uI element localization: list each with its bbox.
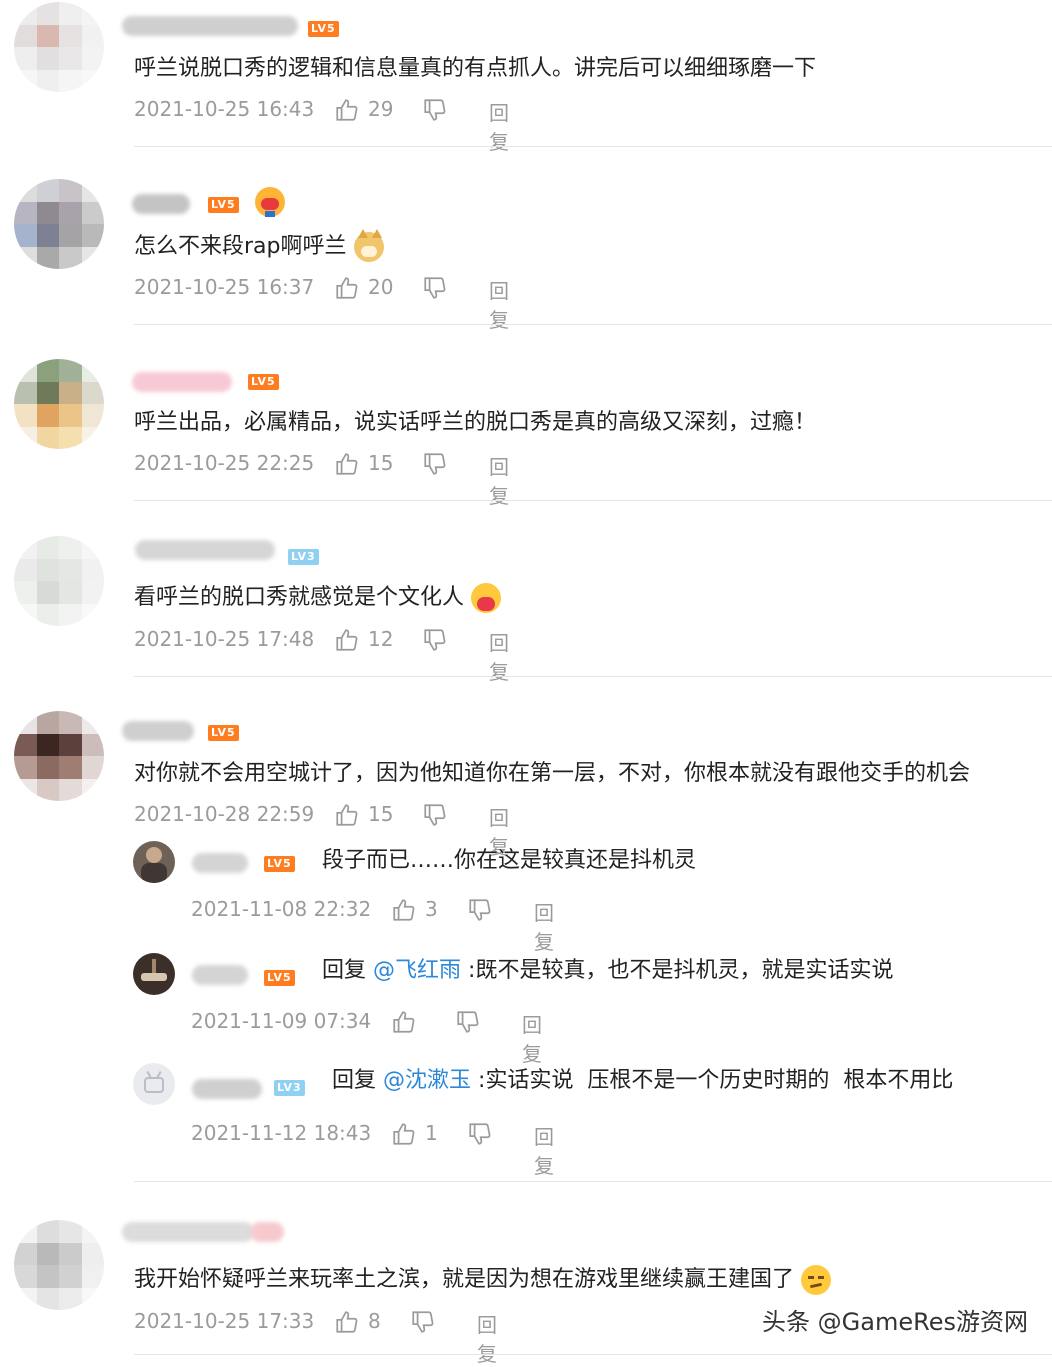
like-count: 8	[368, 1309, 381, 1333]
comment-text-body: 怎么不来段rap啊呼兰	[134, 234, 347, 259]
level-badge: LV5	[264, 970, 295, 986]
reply-button[interactable]: 回复	[534, 1121, 554, 1179]
username-blurred[interactable]	[122, 721, 194, 741]
reply-1: LV5 段子而已……你在这是较真还是抖机灵 2021-11-08 22:32 3…	[0, 841, 1052, 954]
like-count: 1	[425, 1121, 438, 1145]
level-badge: LV5	[208, 197, 239, 213]
like-count: 3	[425, 897, 438, 921]
like-count: 20	[368, 275, 394, 299]
thumbs-down-icon[interactable]	[455, 1009, 481, 1040]
thumbs-up-icon[interactable]	[334, 275, 360, 306]
thumbs-down-icon[interactable]	[422, 802, 448, 833]
reply-body: :既不是较真，也不是抖机灵，就是实话实说	[468, 958, 894, 983]
comment-text-body: 看呼兰的脱口秀就感觉是个文化人	[134, 585, 465, 610]
avatar[interactable]	[14, 179, 104, 269]
timestamp: 2021-10-25 16:43	[134, 97, 315, 121]
thumbs-up-icon[interactable]	[334, 802, 360, 833]
username-blurred[interactable]	[122, 1222, 254, 1242]
thumbs-up-icon[interactable]	[391, 897, 417, 928]
thumbs-up-icon[interactable]	[334, 627, 360, 658]
username-blurred-tail	[250, 1222, 284, 1242]
timestamp: 2021-11-08 22:32	[191, 897, 372, 921]
username-blurred[interactable]	[192, 965, 248, 985]
reply-text: 段子而已……你在这是较真还是抖机灵	[322, 848, 697, 873]
reply-prefix: 回复	[332, 1068, 377, 1093]
avatar[interactable]	[14, 2, 104, 92]
heart-hug-emoji-icon	[471, 583, 502, 613]
thumbs-down-icon[interactable]	[422, 451, 448, 482]
reply-button[interactable]: 回复	[534, 897, 554, 955]
timestamp: 2021-10-25 17:33	[134, 1309, 315, 1333]
comment-text: 看呼兰的脱口秀就感觉是个文化人	[134, 582, 502, 614]
timestamp: 2021-10-28 22:59	[134, 802, 315, 826]
divider	[134, 1181, 1052, 1182]
username-blurred[interactable]	[122, 16, 298, 36]
comment-text-body: 我开始怀疑呼兰来玩率土之滨，就是因为想在游戏里继续赢王建国了	[134, 1267, 795, 1292]
avatar[interactable]	[14, 536, 104, 626]
username-blurred[interactable]	[135, 540, 275, 560]
reply-button[interactable]: 回复	[477, 1309, 497, 1367]
divider	[134, 500, 1052, 501]
avatar[interactable]	[14, 1220, 104, 1310]
level-badge: LV5	[248, 374, 279, 390]
like-count: 12	[368, 627, 394, 651]
reply-body: :实话实说 压根不是一个历史时期的 根本不用比	[478, 1068, 954, 1093]
reply-3: LV3 回复 @沈漱玉 :实话实说 压根不是一个历史时期的 根本不用比 2021…	[0, 1061, 1052, 1178]
thumbs-up-icon[interactable]	[334, 451, 360, 482]
username-blurred[interactable]	[132, 372, 232, 392]
divider	[134, 324, 1052, 325]
smirk-emoji-icon	[801, 1265, 832, 1295]
level-badge: LV3	[288, 549, 319, 565]
thumbs-up-icon[interactable]	[334, 1309, 360, 1340]
thumbs-up-icon[interactable]	[391, 1121, 417, 1152]
thumbs-down-icon[interactable]	[467, 1121, 493, 1152]
heart-emoji-icon	[255, 187, 285, 217]
reply-avatar[interactable]	[133, 841, 175, 883]
timestamp: 2021-10-25 22:25	[134, 451, 315, 475]
reply-button[interactable]: 回复	[522, 1009, 542, 1067]
mention-link[interactable]: @飞红雨	[373, 958, 461, 983]
thumbs-up-icon[interactable]	[334, 97, 360, 128]
thumbs-down-icon[interactable]	[422, 97, 448, 128]
reply-text: 回复 @沈漱玉 :实话实说 压根不是一个历史时期的 根本不用比	[332, 1065, 953, 1097]
comment-text: 对你就不会用空城计了，因为他知道你在第一层，不对，你根本就没有跟他交手的机会	[134, 761, 971, 786]
thumbs-down-icon[interactable]	[467, 897, 493, 928]
level-badge: LV5	[308, 21, 339, 37]
comment-text: 怎么不来段rap啊呼兰	[134, 229, 384, 263]
divider	[134, 1354, 1052, 1355]
timestamp: 2021-11-12 18:43	[191, 1121, 372, 1145]
reply-2: LV5 回复 @飞红雨 :既不是较真，也不是抖机灵，就是实话实说 2021-11…	[0, 951, 1052, 1066]
like-count: 15	[368, 802, 394, 826]
thumbs-down-icon[interactable]	[422, 627, 448, 658]
avatar[interactable]	[14, 359, 104, 449]
comment-text: 我开始怀疑呼兰来玩率土之滨，就是因为想在游戏里继续赢王建国了	[134, 1264, 832, 1296]
divider	[134, 146, 1052, 147]
comment-text: 呼兰出品，必属精品，说实话呼兰的脱口秀是真的高级又深刻，过瘾！	[134, 410, 817, 435]
doge-emoji-icon	[353, 229, 384, 262]
username-blurred[interactable]	[192, 853, 248, 873]
timestamp: 2021-11-09 07:34	[191, 1009, 372, 1033]
level-badge: LV5	[208, 725, 239, 741]
reply-prefix: 回复	[322, 958, 367, 983]
avatar[interactable]	[14, 711, 104, 801]
level-badge: LV5	[264, 856, 295, 872]
watermark: 头条 @GameRes游资网	[762, 1308, 1028, 1336]
thumbs-down-icon[interactable]	[422, 275, 448, 306]
divider	[134, 676, 1052, 677]
reply-avatar[interactable]	[133, 953, 175, 995]
timestamp: 2021-10-25 16:37	[134, 275, 315, 299]
timestamp: 2021-10-25 17:48	[134, 627, 315, 651]
reply-text: 回复 @飞红雨 :既不是较真，也不是抖机灵，就是实话实说	[322, 955, 893, 987]
username-blurred[interactable]	[192, 1079, 262, 1099]
like-count: 29	[368, 97, 394, 121]
thumbs-up-icon[interactable]	[391, 1009, 417, 1040]
comment-text: 呼兰说脱口秀的逻辑和信息量真的有点抓人。讲完后可以细细琢磨一下	[134, 56, 817, 81]
default-avatar-icon[interactable]	[133, 1063, 175, 1105]
like-count: 15	[368, 451, 394, 475]
level-badge: LV3	[274, 1080, 305, 1096]
thumbs-down-icon[interactable]	[410, 1309, 436, 1340]
username-blurred[interactable]	[132, 194, 190, 214]
mention-link[interactable]: @沈漱玉	[383, 1068, 471, 1093]
